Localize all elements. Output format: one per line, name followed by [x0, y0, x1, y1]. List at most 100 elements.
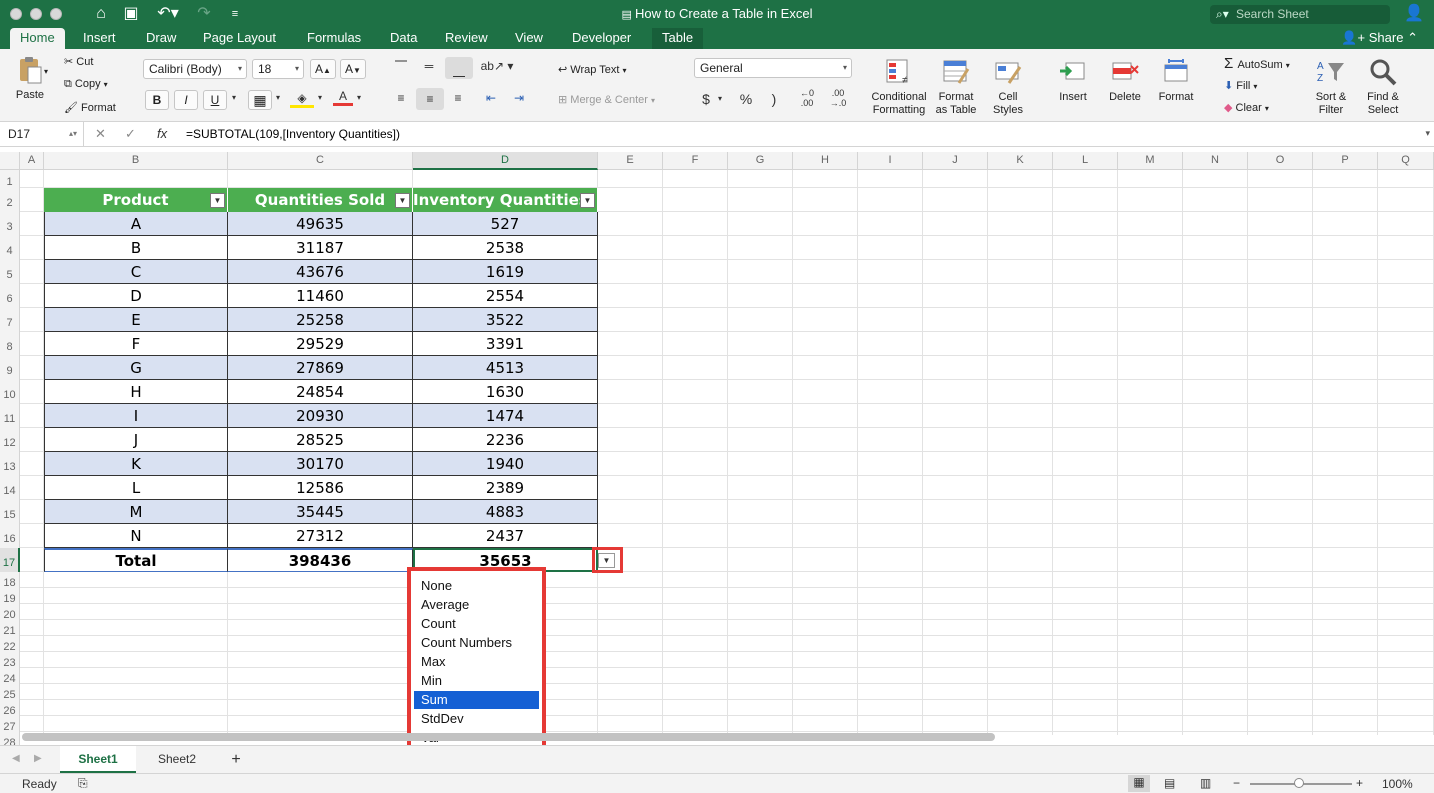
tab-formulas[interactable]: Formulas: [297, 28, 371, 49]
account-icon[interactable]: 👤: [1404, 5, 1424, 23]
expand-formula-icon[interactable]: ▾: [1425, 128, 1430, 139]
orientation-icon[interactable]: ab↗ ▾: [479, 59, 515, 73]
filter-dropdown-button[interactable]: ▼: [210, 193, 225, 208]
table-cell[interactable]: 28525: [228, 428, 413, 452]
grow-font-button[interactable]: A▲: [310, 59, 336, 79]
filter-dropdown-button[interactable]: ▼: [395, 193, 410, 208]
underline-options-icon[interactable]: ▾: [232, 93, 236, 102]
horizontal-scrollbar[interactable]: [22, 733, 995, 741]
menu-item-sum[interactable]: Sum: [414, 691, 539, 709]
tab-draw[interactable]: Draw: [136, 28, 186, 49]
column-header-l[interactable]: L: [1053, 152, 1118, 170]
table-cell[interactable]: K: [44, 452, 228, 476]
row-header-1[interactable]: 1: [0, 170, 20, 188]
insert-function-button[interactable]: fx: [157, 126, 167, 141]
normal-view-icon[interactable]: ▦: [1128, 775, 1150, 792]
share-button[interactable]: 👤+ Share ⌃: [1341, 28, 1418, 47]
column-header-b[interactable]: B: [44, 152, 228, 170]
column-header-m[interactable]: M: [1118, 152, 1183, 170]
column-header-a[interactable]: A: [20, 152, 44, 170]
zoom-level[interactable]: 100%: [1382, 777, 1413, 791]
row-header-22[interactable]: 22: [0, 636, 20, 653]
table-cell[interactable]: J: [44, 428, 228, 452]
table-cell[interactable]: 1940: [413, 452, 598, 476]
table-cell[interactable]: D: [44, 284, 228, 308]
font-size-select[interactable]: 18 ▾: [252, 59, 304, 79]
table-cell[interactable]: 27312: [228, 524, 413, 548]
row-header-16[interactable]: 16: [0, 524, 20, 548]
align-bottom-icon[interactable]: ⎽: [445, 57, 473, 79]
page-break-view-icon[interactable]: ▥: [1200, 776, 1211, 790]
merge-center-button[interactable]: ⊞ Merge & Center ▾: [558, 93, 655, 106]
table-cell[interactable]: 3522: [413, 308, 598, 332]
currency-options-icon[interactable]: ▾: [718, 94, 722, 103]
table-cell[interactable]: M: [44, 500, 228, 524]
enter-icon[interactable]: ✓: [125, 126, 136, 142]
column-header-h[interactable]: H: [793, 152, 858, 170]
cancel-icon[interactable]: ✕: [95, 126, 106, 142]
row-header-18[interactable]: 18: [0, 572, 20, 589]
clear-button[interactable]: ◆ Clear ▾: [1224, 101, 1269, 114]
format-cells-button[interactable]: Format: [1152, 57, 1200, 104]
formula-input[interactable]: =SUBTOTAL(109,[Inventory Quantities]): [186, 127, 400, 141]
percent-button[interactable]: %: [735, 91, 757, 107]
table-cell[interactable]: 35445: [228, 500, 413, 524]
row-header-15[interactable]: 15: [0, 500, 20, 524]
italic-button[interactable]: I: [174, 90, 198, 110]
table-cell[interactable]: 1630: [413, 380, 598, 404]
table-cell[interactable]: 12586: [228, 476, 413, 500]
column-header-d[interactable]: D: [413, 152, 598, 170]
decrease-indent-icon[interactable]: ⇤: [480, 91, 502, 105]
table-cell[interactable]: 3391: [413, 332, 598, 356]
wrap-text-button[interactable]: ↩ Wrap Text ▾: [558, 63, 626, 76]
menu-item-max[interactable]: Max: [414, 653, 539, 671]
align-right-icon[interactable]: ≡: [447, 91, 469, 105]
autosum-button[interactable]: Σ AutoSum ▾: [1224, 55, 1290, 72]
scroll-right-icon[interactable]: ▶: [34, 753, 42, 764]
row-header-2[interactable]: 2: [0, 188, 20, 212]
menu-item-none[interactable]: None: [414, 577, 539, 595]
fill-color-options-icon[interactable]: ▾: [318, 93, 322, 102]
row-header-12[interactable]: 12: [0, 428, 20, 452]
table-cell[interactable]: 2437: [413, 524, 598, 548]
row-header-9[interactable]: 9: [0, 356, 20, 380]
shrink-font-button[interactable]: A▼: [340, 59, 366, 79]
row-header-10[interactable]: 10: [0, 380, 20, 404]
row-header-6[interactable]: 6: [0, 284, 20, 308]
scroll-left-icon[interactable]: ◀: [12, 753, 20, 764]
name-box-stepper-icon[interactable]: ▴▾: [69, 122, 77, 146]
comma-style-button[interactable]: ): [764, 91, 784, 107]
format-as-table-button[interactable]: Format as Table: [932, 57, 980, 117]
total-cell[interactable]: 398436: [228, 548, 413, 572]
macro-record-icon[interactable]: ⎘: [78, 776, 88, 791]
zoom-out-button[interactable]: −: [1233, 776, 1240, 790]
row-header-25[interactable]: 25: [0, 684, 20, 701]
increase-indent-icon[interactable]: ⇥: [508, 91, 530, 105]
menu-item-count[interactable]: Count: [414, 615, 539, 633]
table-cell[interactable]: C: [44, 260, 228, 284]
font-name-select[interactable]: Calibri (Body) ▾: [143, 59, 247, 79]
table-cell[interactable]: 2389: [413, 476, 598, 500]
table-cell[interactable]: N: [44, 524, 228, 548]
table-cell[interactable]: G: [44, 356, 228, 380]
copy-button[interactable]: ⧉ Copy ▾: [64, 78, 108, 91]
total-dropdown-button[interactable]: ▼: [598, 553, 615, 568]
row-header-19[interactable]: 19: [0, 588, 20, 605]
row-header-3[interactable]: 3: [0, 212, 20, 236]
row-header-23[interactable]: 23: [0, 652, 20, 669]
column-header-k[interactable]: K: [988, 152, 1053, 170]
select-all-corner[interactable]: [0, 152, 20, 170]
table-cell[interactable]: 30170: [228, 452, 413, 476]
column-header-q[interactable]: Q: [1378, 152, 1434, 170]
row-header-27[interactable]: 27: [0, 716, 20, 733]
find-select-button[interactable]: Find & Select: [1360, 57, 1406, 117]
delete-cells-button[interactable]: Delete: [1100, 57, 1150, 104]
column-header-n[interactable]: N: [1183, 152, 1248, 170]
row-header-13[interactable]: 13: [0, 452, 20, 476]
table-cell[interactable]: 11460: [228, 284, 413, 308]
borders-button[interactable]: ▦: [248, 90, 272, 110]
table-cell[interactable]: 27869: [228, 356, 413, 380]
table-cell[interactable]: L: [44, 476, 228, 500]
font-color-icon[interactable]: A: [333, 89, 353, 106]
row-header-24[interactable]: 24: [0, 668, 20, 685]
